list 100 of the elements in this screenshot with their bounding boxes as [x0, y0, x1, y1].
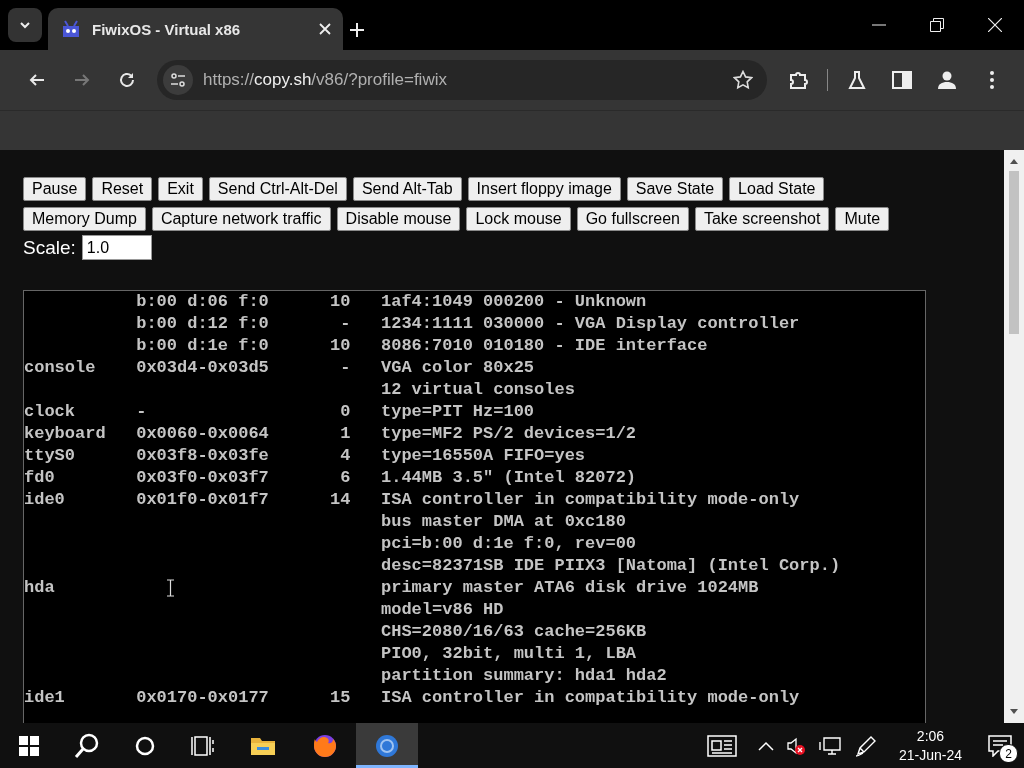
browser-tab[interactable]: FiwixOS - Virtual x86 [48, 8, 343, 50]
irq-number: 4 [340, 445, 351, 467]
site-info-icon[interactable] [163, 65, 193, 95]
device-name: fd0 [24, 467, 55, 489]
control-button[interactable]: Exit [158, 177, 203, 201]
device-info: type=PIT Hz=100 [381, 401, 535, 423]
device-name: clock [24, 401, 75, 423]
star-icon[interactable] [732, 70, 753, 90]
pen-icon [854, 734, 877, 757]
device-info: PIO0, 32bit, multi 1, LBA [381, 643, 637, 665]
computer-icon [818, 735, 841, 756]
port-range: - [136, 401, 147, 423]
port-range: 0x03f0-0x03f7 [136, 467, 269, 489]
task-view-icon [191, 735, 215, 756]
device-name: ttyS0 [24, 445, 75, 467]
device-info: type=MF2 PS/2 devices=1/2 [381, 423, 637, 445]
device-name: console [24, 357, 96, 379]
close-icon [988, 18, 1002, 32]
device-info: pci=b:00 d:1e f:0, rev=00 [381, 533, 637, 555]
newspaper-icon [706, 734, 737, 757]
control-button[interactable]: Take screenshot [694, 207, 830, 231]
text-cursor-icon [166, 579, 175, 597]
device-name: keyboard [24, 423, 106, 445]
control-button[interactable]: Send Alt-Tab [352, 177, 462, 201]
scrollbar[interactable] [1004, 150, 1024, 723]
device-info: model=v86 HD [381, 599, 504, 621]
irq-number: - [340, 357, 351, 379]
scrollbar-thumb[interactable] [1009, 171, 1019, 334]
message-icon [988, 734, 1012, 757]
close-icon [319, 23, 331, 35]
device-info: type=16550A FIFO=yes [381, 445, 586, 467]
scroll-down-icon[interactable] [1009, 708, 1019, 716]
speaker-muted-icon [785, 735, 806, 756]
device-info: desc=82371SB IDE PIIX3 [Natoma] (Intel Corp.) [381, 555, 841, 577]
minimize-icon [872, 24, 886, 26]
scroll-up-icon[interactable] [1009, 157, 1019, 165]
device-info: primary master ATA6 disk drive 1024MB [381, 577, 759, 599]
chevron-up-icon [757, 740, 774, 751]
control-button[interactable]: Reset [92, 177, 153, 201]
control-button[interactable]: Insert floppy image [467, 177, 621, 201]
device-name: ide0 [24, 489, 65, 511]
irq-number: 0 [340, 401, 351, 423]
scale-field[interactable]: 1.0 [81, 235, 152, 260]
port-range: b:00 d:1e f:0 [136, 335, 269, 357]
reload-icon [117, 71, 136, 89]
menu-icon [989, 71, 994, 89]
address-bar[interactable]: https://copy.sh/v86/?profile=fiwix [157, 60, 767, 100]
irq-number: 6 [340, 467, 351, 489]
control-button[interactable]: Send Ctrl-Alt-Del [208, 177, 347, 201]
irq-number: 15 [330, 687, 351, 709]
terminal-screen[interactable] [23, 290, 926, 723]
device-info: 8086:7010 010180 - IDE interface [381, 335, 708, 357]
tab-title: FiwixOS - Virtual x86 [92, 20, 242, 38]
irq-number: - [340, 313, 351, 335]
control-button[interactable]: Load State [729, 177, 825, 201]
person-icon [936, 70, 957, 90]
restore-icon [930, 18, 944, 32]
control-button[interactable]: Capture network traffic [151, 207, 331, 231]
side-panel-icon [891, 71, 912, 89]
irq-number: 10 [330, 335, 351, 357]
chrome-app-button[interactable] [356, 723, 418, 768]
control-button[interactable]: Disable mouse [336, 207, 461, 231]
control-button[interactable]: Save State [626, 177, 724, 201]
circle-icon [135, 735, 155, 756]
device-info: VGA color 80x25 [381, 357, 535, 379]
irq-number: 10 [330, 291, 351, 313]
device-name: ide1 [24, 687, 65, 709]
control-button[interactable]: Lock mouse [466, 207, 571, 231]
new-tab-button[interactable] [349, 22, 365, 38]
tab-list-button[interactable] [8, 8, 42, 42]
device-info: 1234:1111 030000 - VGA Display controller [381, 313, 800, 335]
device-info: ISA controller in compatibility mode-only [381, 687, 800, 709]
clock[interactable]: 2:06 21-Jun-24 [884, 723, 976, 768]
scale-label: Scale: [23, 236, 76, 259]
notification-count: 2 [999, 744, 1018, 763]
control-button[interactable]: Mute [835, 207, 890, 231]
notifications-button[interactable]: 2 [976, 723, 1024, 768]
device-name: hda [24, 577, 55, 599]
close-tab-button[interactable] [319, 23, 331, 35]
device-info: ISA controller in compatibility mode-only [381, 489, 800, 511]
port-range: 0x03d4-0x03d5 [136, 357, 269, 379]
port-range: b:00 d:12 f:0 [136, 313, 269, 335]
control-button[interactable]: Memory Dump [23, 207, 146, 231]
flask-icon [846, 70, 867, 90]
device-info: 12 virtual consoles [381, 379, 575, 401]
search-icon [73, 731, 101, 760]
port-range: b:00 d:06 f:0 [136, 291, 269, 313]
robot-icon [60, 18, 82, 40]
port-range: 0x0170-0x0177 [136, 687, 269, 709]
device-info: CHS=2080/16/63 cache=256KB [381, 621, 647, 643]
port-range: 0x01f0-0x01f7 [136, 489, 269, 511]
control-button[interactable]: Go fullscreen [576, 207, 689, 231]
port-range: 0x0060-0x0064 [136, 423, 269, 445]
plus-icon [349, 22, 365, 38]
device-info: partition summary: hda1 hda2 [381, 665, 667, 687]
device-info: 1af4:1049 000200 - Unknown [381, 291, 647, 313]
irq-number: 1 [340, 423, 351, 445]
windows-icon [19, 735, 39, 756]
device-info: 1.44MB 3.5" (Intel 82072) [381, 467, 637, 489]
control-button[interactable]: Pause [23, 177, 87, 201]
